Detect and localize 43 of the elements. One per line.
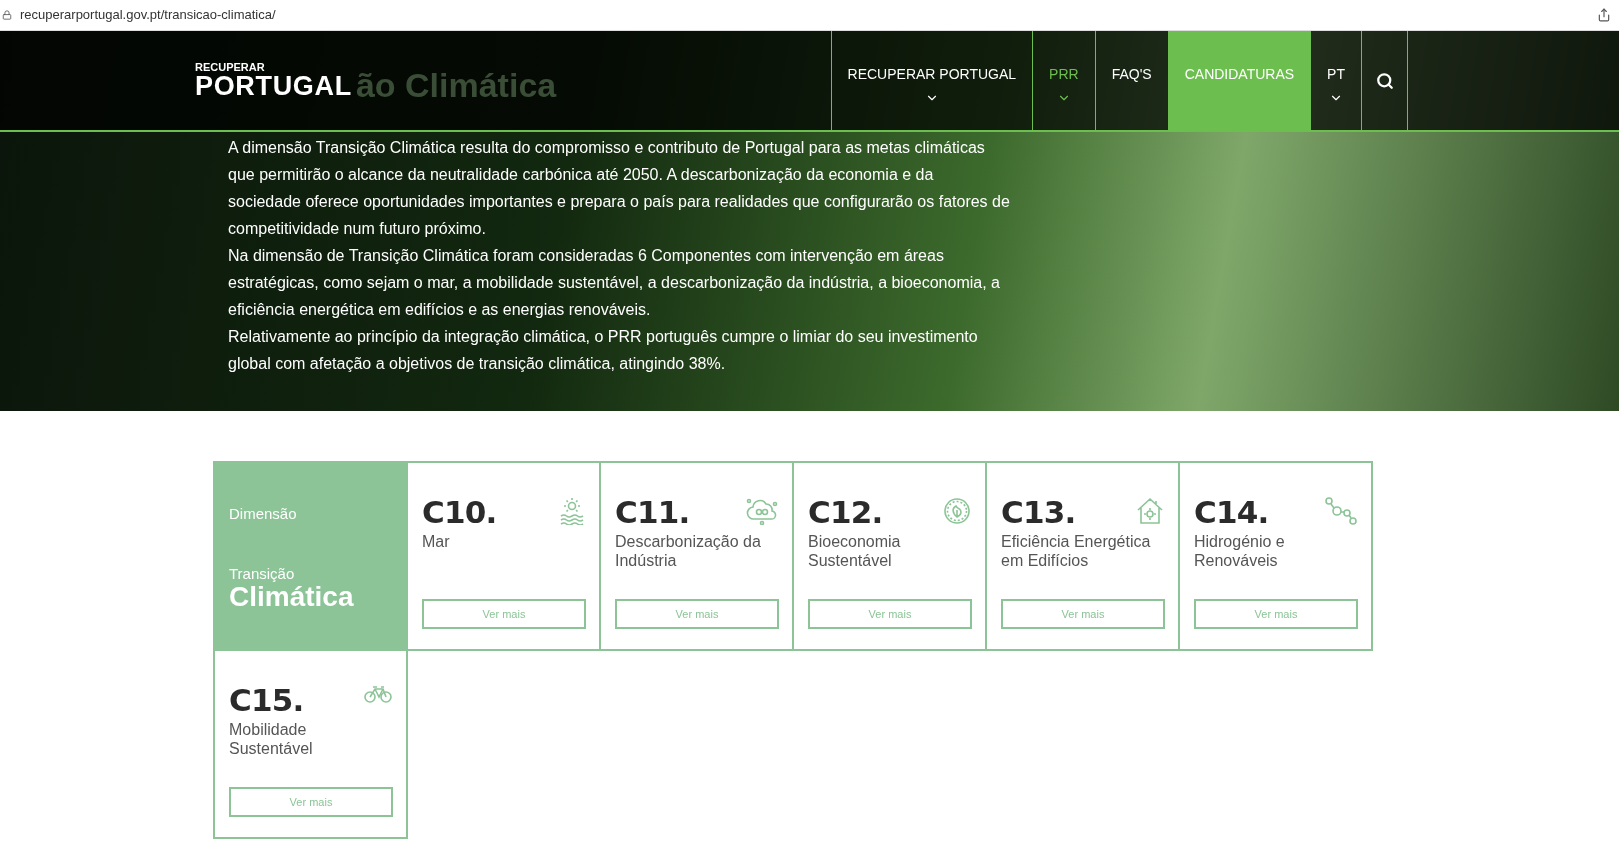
component-code: C13. xyxy=(1001,497,1076,528)
component-name: Hidrogénio e Renováveis xyxy=(1194,532,1286,571)
nav-link[interactable]: PT xyxy=(1310,31,1361,130)
component-name: Descarbonização da Indústria xyxy=(615,532,762,571)
lock-icon xyxy=(2,10,12,20)
component-code: C14. xyxy=(1194,497,1269,528)
cta-nav-link[interactable]: CANDIDATURAS xyxy=(1167,31,1311,130)
page-title: ão Climática xyxy=(355,65,557,106)
ver-mais-button[interactable]: Ver mais xyxy=(1194,599,1358,629)
ver-mais-button[interactable]: Ver mais xyxy=(1001,599,1165,629)
component-name: Mobilidade Sustentável xyxy=(229,720,314,759)
logo-main-text: PORTUGAL xyxy=(195,72,352,100)
component-name: Mar xyxy=(422,532,451,552)
component-name: Bioeconomia Sustentável xyxy=(808,532,902,571)
site-logo[interactable]: RECUPERAR PORTUGAL xyxy=(195,31,352,130)
sun-waves-icon xyxy=(559,497,585,525)
dimension-subtitle: Transição xyxy=(229,565,296,581)
ver-mais-button[interactable]: Ver mais xyxy=(808,599,972,629)
dimension-label: Dimensão xyxy=(229,504,298,524)
bicycle-icon xyxy=(364,685,392,703)
ver-mais-button[interactable]: Ver mais xyxy=(422,599,586,629)
share-icon[interactable] xyxy=(1597,8,1611,22)
hero-paragraph: Na dimensão de Transição Climática foram consideradas 6 Componentes com intervenção em áreas estratégicas, como sejam o mar, a mobilidade sustentável, a descarbonização da indústria, a bioeconomia, a eficiência energética em edifícios e as energias renováveis. xyxy=(228,246,1001,320)
logo-top-text: RECUPERAR xyxy=(195,61,266,73)
co2-cloud-icon xyxy=(746,497,778,525)
search-button[interactable] xyxy=(1361,31,1408,130)
ver-mais-button[interactable]: Ver mais xyxy=(615,599,779,629)
component-code: C12. xyxy=(808,497,883,528)
component-name: Eficiência Energética em Edifícios xyxy=(1001,532,1151,571)
leaf-badge-icon xyxy=(943,497,971,525)
component-code: C15. xyxy=(229,685,304,716)
hero-paragraph: Relativamente ao princípio da integração climática, o PRR português cumpre o limiar do seu investimento global com afetação a objetivos de transição climática, atingindo 38%. xyxy=(228,327,979,374)
hero-paragraph: A dimensão Transição Climática resulta do compromisso e contributo de Portugal para as metas climáticas que permitirão o alcance da neutralidade carbónica até 2050. A descarbonização da economia e da sociedade oferece oportunidades importantes e prepara o país para realidades que configurarão os fatores de competitividade num futuro próximo. xyxy=(228,138,1010,239)
nav-link[interactable]: RECUPERAR PORTUGAL xyxy=(830,31,1033,130)
molecule-icon xyxy=(1325,497,1357,525)
nav-link[interactable]: PRR xyxy=(1032,31,1095,130)
component-code: C10. xyxy=(422,497,497,528)
nav-link[interactable]: FAQ'S xyxy=(1094,31,1168,130)
url-text[interactable]: recuperarportugal.gov.pt/transicao-climatica/ xyxy=(20,5,276,25)
component-code: C11. xyxy=(615,497,690,528)
ver-mais-button[interactable]: Ver mais xyxy=(229,787,393,817)
search-icon xyxy=(1375,71,1394,90)
house-sun-icon xyxy=(1136,497,1164,525)
